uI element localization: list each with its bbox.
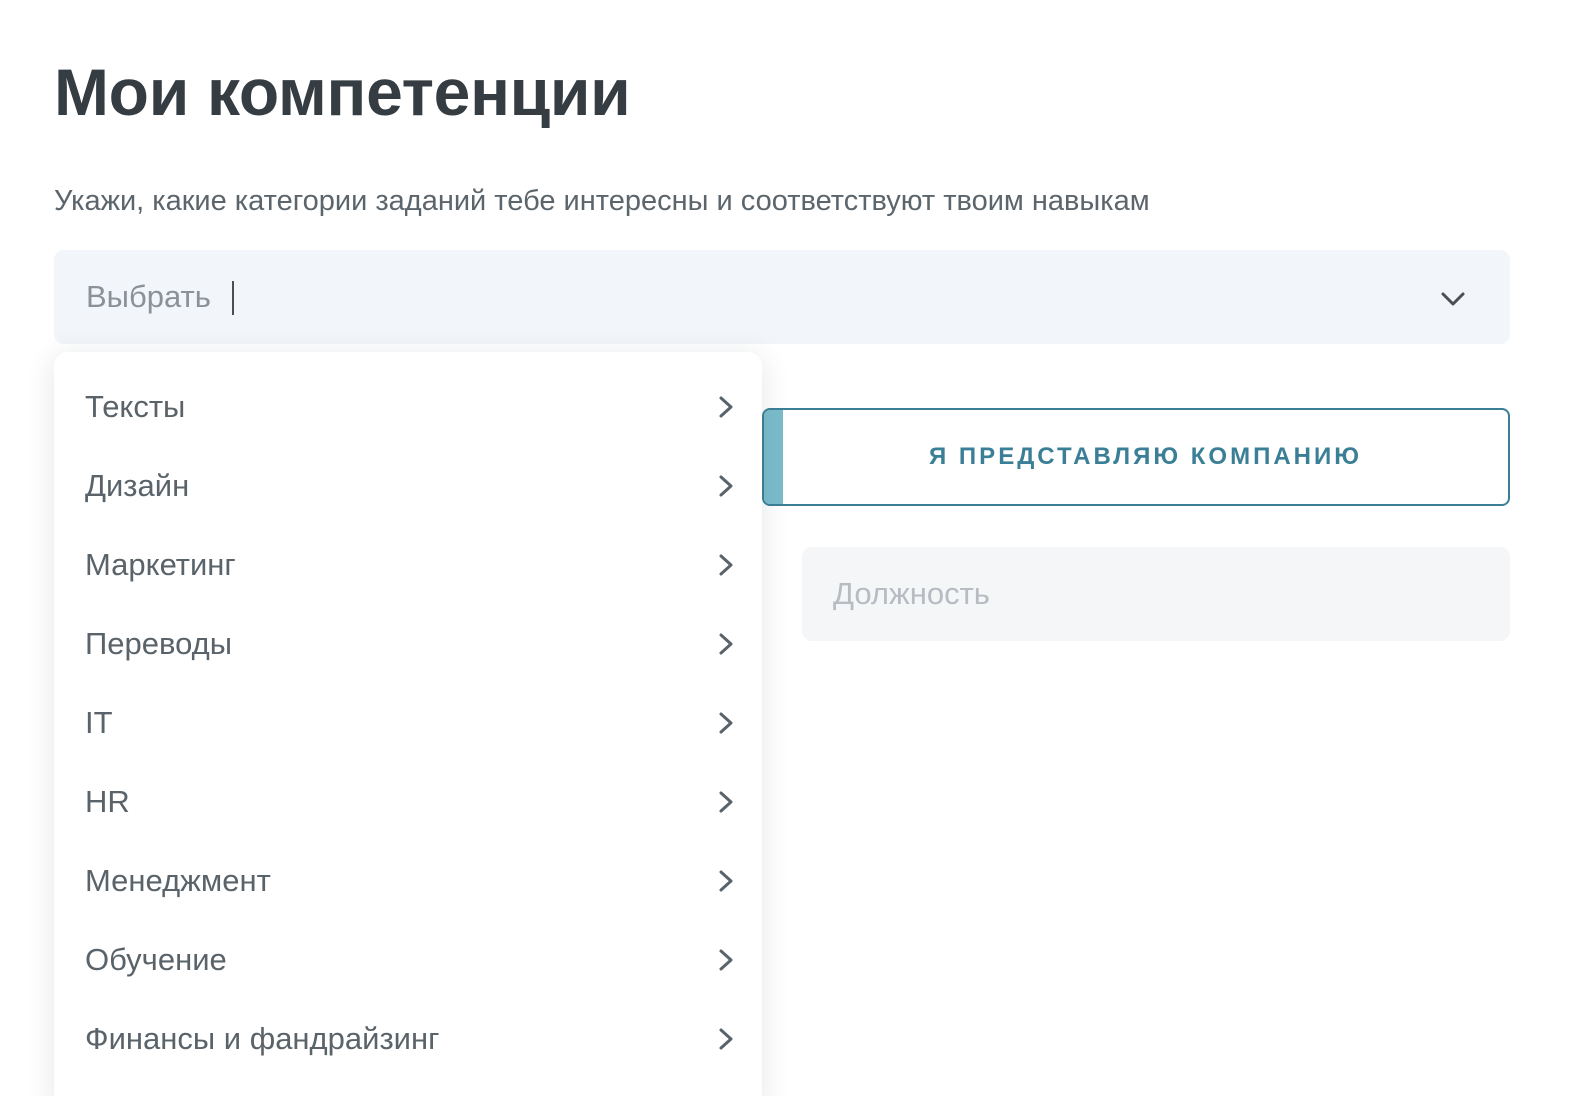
dropdown-item-translations[interactable]: Переводы [54, 605, 762, 684]
dropdown-item-education[interactable]: Обучение [54, 921, 762, 1000]
chevron-right-icon [719, 712, 733, 734]
dropdown-item-label: Переводы [85, 626, 233, 661]
dropdown-item-it[interactable]: IT [54, 684, 762, 763]
represent-company-button[interactable]: Я ПРЕДСТАВЛЯЮ КОМПАНИЮ [762, 408, 1510, 506]
chevron-right-icon [719, 1028, 733, 1050]
dropdown-item-design[interactable]: Дизайн [54, 447, 762, 526]
dropdown-item-label: Дизайн [85, 468, 190, 503]
dropdown-item-marketing[interactable]: Маркетинг [54, 526, 762, 605]
chevron-right-icon [719, 949, 733, 971]
page-title: Мои компетенции [54, 55, 631, 129]
competencies-page: Мои компетенции Укажи, какие категории з… [0, 0, 1584, 1096]
dropdown-item-label: Обучение [85, 942, 227, 977]
dropdown-item-label: Финансы и фандрайзинг [85, 1021, 440, 1056]
chevron-right-icon [719, 475, 733, 497]
chevron-right-icon [719, 554, 733, 576]
page-subtitle: Укажи, какие категории заданий тебе инте… [54, 185, 1150, 217]
category-dropdown: Тексты Дизайн Маркетинг Переводы IT HR М… [54, 352, 762, 1096]
represent-company-label: Я ПРЕДСТАВЛЯЮ КОМПАНИЮ [929, 443, 1362, 470]
select-placeholder: Выбрать [86, 279, 211, 314]
position-input[interactable] [802, 547, 1510, 641]
dropdown-item-label: Менеджмент [85, 863, 271, 898]
text-caret [232, 281, 234, 315]
chevron-right-icon [719, 396, 733, 418]
dropdown-item-label: IT [85, 705, 113, 740]
position-field[interactable] [802, 547, 1510, 641]
dropdown-item-label: Маркетинг [85, 547, 236, 582]
button-accent-bar [764, 410, 783, 504]
dropdown-item-texts[interactable]: Тексты [54, 368, 762, 447]
chevron-down-icon[interactable] [1438, 284, 1468, 314]
category-select[interactable]: Выбрать [54, 250, 1510, 344]
dropdown-item-label: Тексты [85, 389, 186, 424]
dropdown-item-hr[interactable]: HR [54, 763, 762, 842]
chevron-right-icon [719, 633, 733, 655]
dropdown-item-finance[interactable]: Финансы и фандрайзинг [54, 1000, 762, 1079]
chevron-right-icon [719, 791, 733, 813]
dropdown-item-label: HR [85, 784, 130, 819]
chevron-right-icon [719, 870, 733, 892]
dropdown-item-management[interactable]: Менеджмент [54, 842, 762, 921]
